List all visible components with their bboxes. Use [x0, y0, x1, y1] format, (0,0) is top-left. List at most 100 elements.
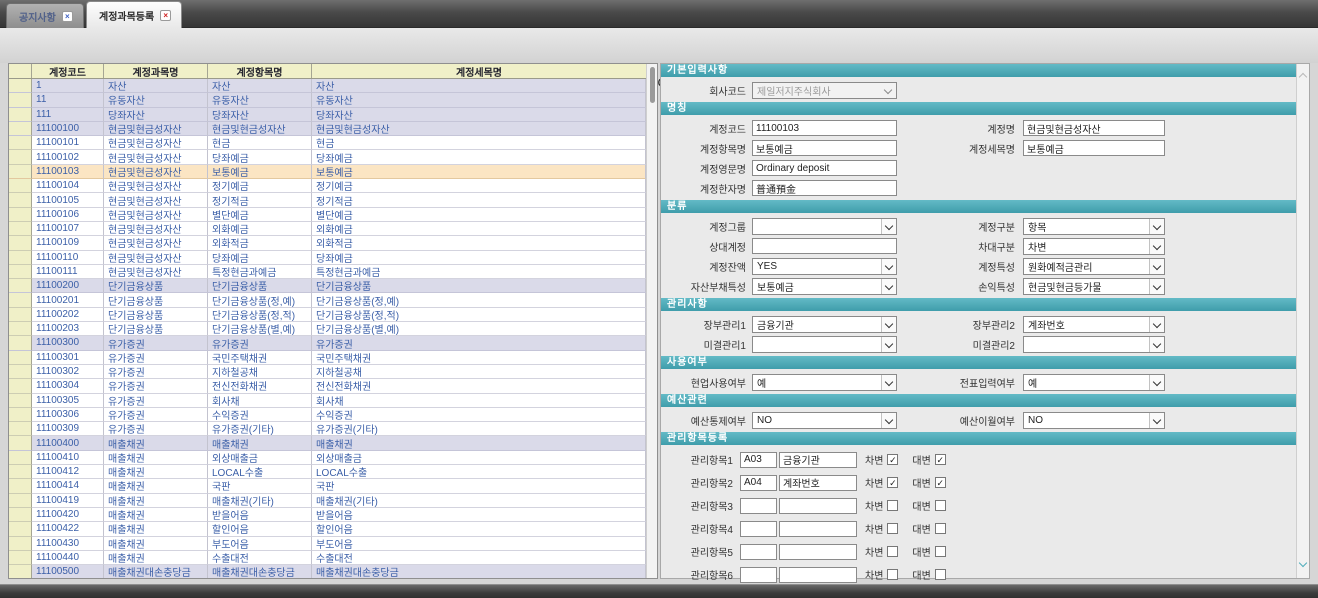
- mgmt-item-3-name-field[interactable]: [779, 498, 857, 514]
- cell-detail-name[interactable]: 부도어음: [312, 537, 646, 551]
- debit-checkbox[interactable]: [887, 569, 898, 580]
- mgmt-item-3-code-field[interactable]: [740, 498, 777, 514]
- cell-item-name[interactable]: 지하철공채: [208, 365, 312, 379]
- cell-detail-name[interactable]: 정기예금: [312, 179, 646, 193]
- cell-detail-name[interactable]: LOCAL수출: [312, 465, 646, 479]
- cell-detail-name[interactable]: 별단예금: [312, 208, 646, 222]
- cell-account-name[interactable]: 유가증권: [104, 408, 208, 422]
- cell-account-name[interactable]: 유가증권: [104, 394, 208, 408]
- cell-item-name[interactable]: 단기금융상품: [208, 279, 312, 293]
- company-code-select[interactable]: 제일저지주식회사: [752, 82, 897, 99]
- cell-item-name[interactable]: 현금: [208, 136, 312, 150]
- tab-close-icon[interactable]: ×: [160, 10, 171, 21]
- row-selector-cell[interactable]: [9, 108, 32, 122]
- cell-detail-name[interactable]: 받을어음: [312, 508, 646, 522]
- chevron-down-icon[interactable]: [881, 337, 896, 352]
- debit-checkbox[interactable]: [887, 546, 898, 557]
- table-row[interactable]: 11100309유가증권유가증권(기타)유가증권(기타): [9, 422, 646, 436]
- cell-detail-name[interactable]: 매출채권(기타): [312, 494, 646, 508]
- row-selector-cell[interactable]: [9, 394, 32, 408]
- cell-detail-name[interactable]: 단기금융상품: [312, 279, 646, 293]
- row-selector-cell[interactable]: [9, 136, 32, 150]
- cell-item-name[interactable]: 유가증권: [208, 336, 312, 350]
- cell-detail-name[interactable]: 보통예금: [312, 165, 646, 179]
- table-row[interactable]: 11100412매출채권LOCAL수출LOCAL수출: [9, 465, 646, 479]
- cell-account-code[interactable]: 11100302: [32, 365, 104, 379]
- cell-account-code[interactable]: 11100111: [32, 265, 104, 279]
- cell-account-code[interactable]: 11100106: [32, 208, 104, 222]
- table-row[interactable]: 11100419매출채권매출채권(기타)매출채권(기타): [9, 494, 646, 508]
- cell-item-name[interactable]: 단기금융상품(별,예): [208, 322, 312, 336]
- mgmt-item-6-code-field[interactable]: [740, 567, 777, 583]
- cell-detail-name[interactable]: 단기금융상품(정,적): [312, 308, 646, 322]
- cell-item-name[interactable]: 유동자산: [208, 93, 312, 107]
- cell-account-code[interactable]: 11100300: [32, 336, 104, 350]
- table-row[interactable]: 11100422매출채권할인어음할인어음: [9, 522, 646, 536]
- row-selector-cell[interactable]: [9, 351, 32, 365]
- mgmt-item-6-name-field[interactable]: [779, 567, 857, 583]
- table-row[interactable]: 11100203단기금융상품단기금융상품(별,예)단기금융상품(별,예): [9, 322, 646, 336]
- row-selector-cell[interactable]: [9, 451, 32, 465]
- cell-detail-name[interactable]: 국민주택채권: [312, 351, 646, 365]
- account-hanja-name-field[interactable]: 普通預金: [752, 180, 897, 196]
- cell-item-name[interactable]: 외상매출금: [208, 451, 312, 465]
- tab-account-registration[interactable]: 계정과목등록 ×: [86, 1, 182, 28]
- cell-account-code[interactable]: 11100306: [32, 408, 104, 422]
- cell-account-code[interactable]: 11100107: [32, 222, 104, 236]
- cell-detail-name[interactable]: 현금: [312, 136, 646, 150]
- cell-account-code[interactable]: 11100201: [32, 293, 104, 307]
- cell-account-name[interactable]: 매출채권: [104, 522, 208, 536]
- credit-checkbox[interactable]: ✓: [935, 477, 946, 488]
- account-balance-select[interactable]: YES: [752, 258, 897, 275]
- cell-item-name[interactable]: 수익증권: [208, 408, 312, 422]
- debit-credit-class-select[interactable]: 차변: [1023, 238, 1165, 255]
- account-class-select[interactable]: 항목: [1023, 218, 1165, 235]
- table-row[interactable]: 11100107현금및현금성자산외화예금외화예금: [9, 222, 646, 236]
- table-row[interactable]: 11100104현금및현금성자산정기예금정기예금: [9, 179, 646, 193]
- table-row[interactable]: 11100304유가증권전신전화채권전신전화채권: [9, 379, 646, 393]
- chevron-down-icon[interactable]: [1149, 219, 1164, 234]
- cell-account-code[interactable]: 11: [32, 93, 104, 107]
- cell-account-name[interactable]: 현금및현금성자산: [104, 222, 208, 236]
- cell-item-name[interactable]: 정기적금: [208, 193, 312, 207]
- chevron-down-icon[interactable]: [881, 219, 896, 234]
- cell-account-name[interactable]: 매출채권: [104, 508, 208, 522]
- cell-detail-name[interactable]: 회사채: [312, 394, 646, 408]
- row-selector-cell[interactable]: [9, 279, 32, 293]
- cell-detail-name[interactable]: 수출대전: [312, 551, 646, 565]
- table-row[interactable]: 11100201단기금융상품단기금융상품(정,예)단기금융상품(정,예): [9, 293, 646, 307]
- cell-account-code[interactable]: 111: [32, 108, 104, 122]
- row-selector-cell[interactable]: [9, 551, 32, 565]
- cell-item-name[interactable]: 단기금융상품(정,적): [208, 308, 312, 322]
- cell-item-name[interactable]: 당좌예금: [208, 150, 312, 164]
- cell-item-name[interactable]: 부도어음: [208, 537, 312, 551]
- row-selector-cell[interactable]: [9, 93, 32, 107]
- cell-detail-name[interactable]: 유가증권(기타): [312, 422, 646, 436]
- row-selector-cell[interactable]: [9, 265, 32, 279]
- cell-detail-name[interactable]: 매출채권: [312, 436, 646, 450]
- cell-item-name[interactable]: 보통예금: [208, 165, 312, 179]
- row-selector-cell[interactable]: [9, 293, 32, 307]
- mgmt-item-1-name-field[interactable]: 금융기관: [779, 452, 857, 468]
- cell-item-name[interactable]: 자산: [208, 79, 312, 93]
- cell-account-name[interactable]: 단기금융상품: [104, 293, 208, 307]
- cell-account-code[interactable]: 11100419: [32, 494, 104, 508]
- panel-scrollbar[interactable]: [1296, 64, 1309, 578]
- table-row[interactable]: 11100410매출채권외상매출금외상매출금: [9, 451, 646, 465]
- cell-account-name[interactable]: 자산: [104, 79, 208, 93]
- cell-item-name[interactable]: 회사채: [208, 394, 312, 408]
- table-row[interactable]: 11100111현금및현금성자산특정현금과예금특정현금과예금: [9, 265, 646, 279]
- cell-account-code[interactable]: 11100109: [32, 236, 104, 250]
- cell-account-name[interactable]: 매출채권: [104, 494, 208, 508]
- cell-item-name[interactable]: 매출채권대손충당금: [208, 565, 312, 578]
- cell-account-code[interactable]: 11100420: [32, 508, 104, 522]
- row-selector-cell[interactable]: [9, 79, 32, 93]
- chevron-down-icon[interactable]: [881, 317, 896, 332]
- credit-checkbox[interactable]: [935, 500, 946, 511]
- row-selector-cell[interactable]: [9, 179, 32, 193]
- cell-item-name[interactable]: 외화예금: [208, 222, 312, 236]
- account-name-field[interactable]: 현금및현금성자산: [1023, 120, 1165, 136]
- cell-item-name[interactable]: 수출대전: [208, 551, 312, 565]
- cell-detail-name[interactable]: 당좌예금: [312, 251, 646, 265]
- debit-checkbox[interactable]: [887, 500, 898, 511]
